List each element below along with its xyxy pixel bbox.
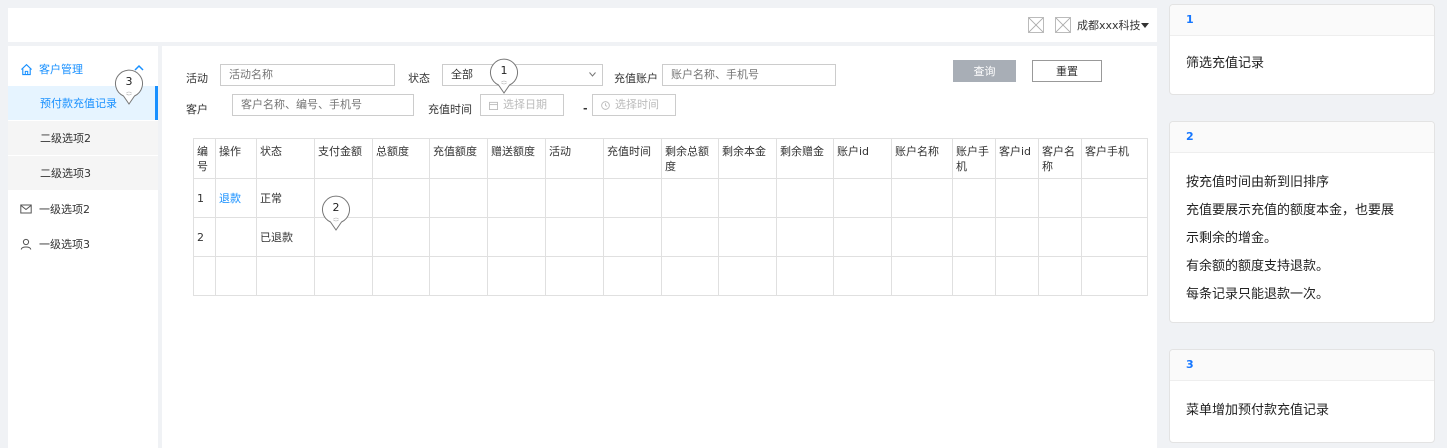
annotation-number: 1 [500,64,508,77]
note-line: 菜单增加预付款充值记录 [1186,403,1330,418]
cell-id [193,256,216,296]
cell-status: 已退款 [256,217,315,257]
annotation-pin-2[interactable]: 2 [321,195,351,231]
column-header: 客户手机 [1081,138,1148,179]
top-bar: 成都xxx科技 [8,8,1157,42]
reset-button[interactable]: 重置 [1032,60,1102,82]
note-line: 充值要展示充值的额度本金，也要展 [1186,203,1395,218]
avatar-placeholder-icon[interactable] [1055,17,1071,33]
refund-link[interactable]: 退款 [219,192,241,205]
cell-id: 1 [193,178,216,218]
sidebar-item-level1-3[interactable]: 一级选项3 [8,227,158,261]
column-header: 账户手机 [952,138,996,179]
sidebar-item-level1-2[interactable]: 一级选项2 [8,192,158,226]
column-header: 赠送额度 [487,138,546,179]
note-line: 每条记录只能退款一次。 [1186,287,1330,302]
clock-icon [601,100,610,110]
note-line: 有余额的额度支持退款。 [1186,259,1330,274]
app-window: 成都xxx科技 客户管理 预付款充值记录 二级选项2 二级选项3 一级选项2 一… [8,8,1157,448]
column-header: 客户id [995,138,1039,179]
cell-action [215,256,257,296]
date-picker-placeholder: 选择日期 [503,98,547,111]
date-picker[interactable]: 选择日期 [480,94,564,116]
mail-icon [20,204,32,214]
time-picker-placeholder: 选择时间 [615,98,659,111]
status-select-value: 全部 [451,68,473,81]
customer-label: 客户 [186,103,208,116]
chevron-down-icon [589,72,596,77]
column-header: 操作 [215,138,257,179]
query-button[interactable]: 查询 [953,60,1016,82]
column-header: 支付金额 [314,138,373,179]
note-panel-3: 3 菜单增加预付款充值记录 [1169,349,1435,443]
range-dash: - [583,102,588,115]
note-line: 筛选充值记录 [1186,56,1265,71]
sidebar-subitem-2[interactable]: 二级选项2 [8,121,158,155]
account-input[interactable] [662,64,836,86]
user-icon [20,238,32,250]
sidebar-item-label: 一级选项2 [39,203,90,216]
annotation-number: 2 [332,201,340,214]
sidebar-subitem-3[interactable]: 二级选项3 [8,156,158,190]
sidebar-item-label: 预付款充值记录 [40,97,117,110]
column-header: 剩余赠金 [776,138,834,179]
sidebar-item-label: 二级选项3 [40,167,91,180]
sidebar-item-label: 二级选项2 [40,132,91,145]
activity-input[interactable] [220,64,395,86]
sidebar-item-label: 一级选项3 [39,238,90,251]
note-panel-1: 1 筛选充值记录 [1169,4,1435,95]
calendar-icon [489,101,498,110]
annotation-number: 3 [125,75,133,88]
activity-label: 活动 [186,72,208,85]
note-number: 3 [1170,350,1434,381]
column-header: 充值时间 [603,138,662,179]
annotation-pin-1[interactable]: 1 [489,58,519,94]
column-header: 客户名称 [1038,138,1082,179]
recharge-time-label: 充值时间 [428,103,472,116]
note-panel-2: 2 按充值时间由新到旧排序 充值要展示充值的额度本金，也要展 示剩余的增金。 有… [1169,121,1435,323]
table-row [193,256,1148,296]
column-header: 总额度 [372,138,430,179]
main-content: 活动 状态 全部 充值账户 查询 重置 客户 充值时间 选择日期 - 选择时间 [162,46,1157,448]
time-picker[interactable]: 选择时间 [592,94,676,116]
image-placeholder-icon[interactable] [1028,17,1044,33]
sidebar-item-label: 客户管理 [39,63,83,76]
column-header: 充值额度 [429,138,488,179]
column-header: 剩余总额度 [661,138,719,179]
note-number: 2 [1170,122,1434,153]
customer-input[interactable] [232,94,414,116]
column-header: 活动 [545,138,604,179]
cell-status: 正常 [256,178,315,218]
note-number: 1 [1170,5,1434,36]
column-header: 账户id [833,138,892,179]
status-select[interactable]: 全部 [442,64,603,86]
company-name[interactable]: 成都xxx科技 [1077,17,1141,33]
cell-id: 2 [193,217,216,257]
annotation-pin-3[interactable]: 3 [114,69,144,105]
table-header-row: 编号 操作 状态 支付金额 总额度 充值额度 赠送额度 活动 充值时间 剩余总额… [193,138,1148,179]
cell-status [256,256,315,296]
cell-action [215,217,257,257]
sidebar: 客户管理 预付款充值记录 二级选项2 二级选项3 一级选项2 一级选项3 [8,46,158,448]
home-icon [21,63,32,75]
account-label: 充值账户 [614,72,658,85]
column-header: 状态 [256,138,315,179]
column-header: 剩余本金 [718,138,777,179]
status-label: 状态 [408,72,430,85]
caret-down-icon[interactable] [1141,23,1149,28]
note-line: 按充值时间由新到旧排序 [1186,175,1330,190]
column-header: 账户名称 [891,138,953,179]
column-header: 编号 [193,138,216,179]
note-line: 示剩余的增金。 [1186,231,1278,246]
